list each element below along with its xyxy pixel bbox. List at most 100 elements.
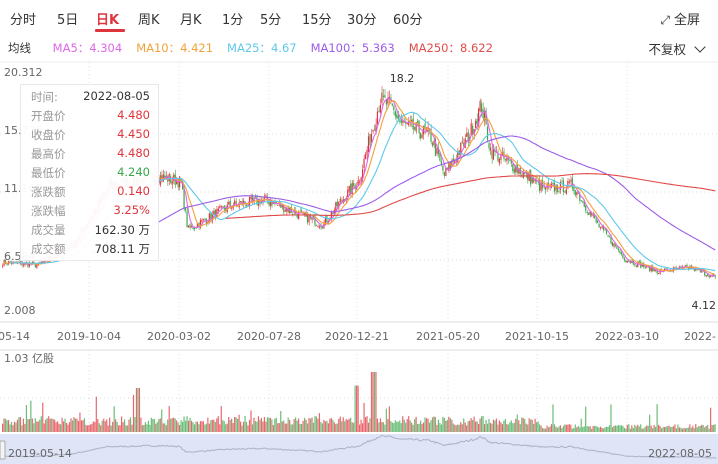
candle: [394, 111, 396, 117]
volume-bar: [89, 424, 91, 432]
volume-bar: [430, 420, 432, 432]
candle: [488, 142, 490, 149]
volume-bar: [132, 394, 135, 432]
volume-bar: [106, 419, 108, 432]
navigator-left-handle[interactable]: [0, 440, 6, 460]
volume-bar: [74, 418, 77, 432]
volume-bar: [656, 404, 658, 432]
fullscreen-label: 全屏: [673, 13, 700, 28]
candle: [213, 210, 215, 215]
volume-bar: [263, 417, 265, 432]
candle: [381, 92, 383, 103]
volume-bar: [231, 418, 233, 432]
candle: [443, 172, 445, 176]
volume-bar: [2, 423, 4, 432]
volume-bar: [192, 422, 194, 432]
volume-bar: [524, 418, 526, 432]
volume-bar: [571, 428, 573, 432]
volume-bar: [528, 418, 530, 432]
volume-bar: [509, 422, 511, 432]
volume-bar: [308, 417, 310, 432]
volume-bar: [613, 426, 615, 432]
volume-bars: [2, 372, 716, 432]
candle: [506, 157, 508, 161]
volume-bar: [498, 420, 501, 432]
candle: [347, 189, 349, 198]
volume-bar: [57, 421, 59, 432]
candle: [229, 201, 231, 207]
candle: [574, 190, 576, 196]
volume-bar: [271, 419, 273, 432]
volume-bar: [165, 425, 167, 432]
candle: [190, 226, 193, 228]
candle: [378, 111, 380, 113]
volume-bar: [232, 423, 234, 432]
volume-bar: [631, 425, 633, 432]
x-tick-label: 2019-10-04: [57, 330, 121, 343]
tab-6[interactable]: 5分: [260, 9, 281, 28]
volume-bar: [657, 424, 660, 432]
candle: [638, 261, 640, 263]
volume-bar: [284, 423, 286, 432]
volume-bar: [344, 421, 346, 432]
volume-bar: [25, 405, 27, 432]
tab-5[interactable]: 1分: [222, 9, 243, 28]
volume-bar: [406, 419, 408, 432]
volume-bar: [275, 417, 277, 432]
volume-bar: [660, 428, 663, 432]
volume-bar: [391, 422, 393, 432]
volume-bar: [594, 426, 596, 432]
volume-bar: [546, 425, 548, 432]
volume-bar: [214, 421, 216, 432]
candle: [419, 133, 422, 139]
volume-bar: [382, 422, 384, 432]
volume-bar: [488, 418, 490, 432]
candle: [396, 114, 398, 118]
tab-0[interactable]: 分时: [10, 9, 36, 28]
volume-bar: [126, 425, 129, 432]
tooltip-row: 开盘价 4.480: [31, 108, 150, 127]
volume-bar: [467, 421, 469, 432]
tab-4[interactable]: 月K: [180, 9, 202, 28]
candle: [391, 104, 393, 106]
volume-bar: [174, 418, 176, 432]
volume-bar: [574, 424, 576, 432]
volume-bar: [76, 418, 78, 432]
volume-bar: [552, 404, 554, 432]
candle-tooltip: 时间: 2022-08-05 开盘价 4.480 收盘价 4.450 最高价 4.480 最低价…: [20, 84, 159, 261]
volume-bar: [424, 417, 426, 432]
volume-bar: [198, 424, 200, 432]
volume-bar: [82, 420, 84, 432]
tab-3[interactable]: 周K: [138, 9, 160, 28]
volume-bar: [71, 420, 74, 432]
volume-bar: [704, 427, 706, 432]
tooltip-row: 最高价 4.480: [31, 146, 150, 165]
candle: [189, 224, 191, 228]
volume-bar: [659, 426, 661, 432]
volume-bar: [146, 424, 148, 432]
volume-bar: [278, 423, 280, 432]
tab-8[interactable]: 30分: [347, 9, 377, 28]
volume-bar: [626, 424, 628, 432]
tab-9[interactable]: 60分: [393, 9, 423, 28]
tab-1[interactable]: 5日: [57, 9, 78, 28]
volume-bar: [476, 421, 478, 432]
tab-7[interactable]: 15分: [302, 9, 332, 28]
volume-bar: [573, 428, 575, 432]
volume-bar: [519, 424, 521, 432]
chevron-down-icon: [694, 41, 706, 53]
volume-bar: [495, 418, 498, 432]
volume-bar: [620, 425, 622, 432]
volume-bar: [168, 406, 170, 432]
volume-bar: [333, 422, 335, 432]
volume-bar: [351, 422, 353, 432]
fullscreen-button[interactable]: ⤢ 全屏: [660, 9, 700, 28]
volume-bar: [187, 420, 190, 432]
adjust-dropdown[interactable]: 不复权: [649, 39, 706, 58]
candle: [277, 204, 279, 206]
candle: [614, 244, 617, 246]
volume-bar: [113, 406, 115, 432]
volume-bar: [268, 417, 270, 432]
tab-2[interactable]: 日K: [96, 9, 119, 28]
candle: [564, 191, 566, 193]
